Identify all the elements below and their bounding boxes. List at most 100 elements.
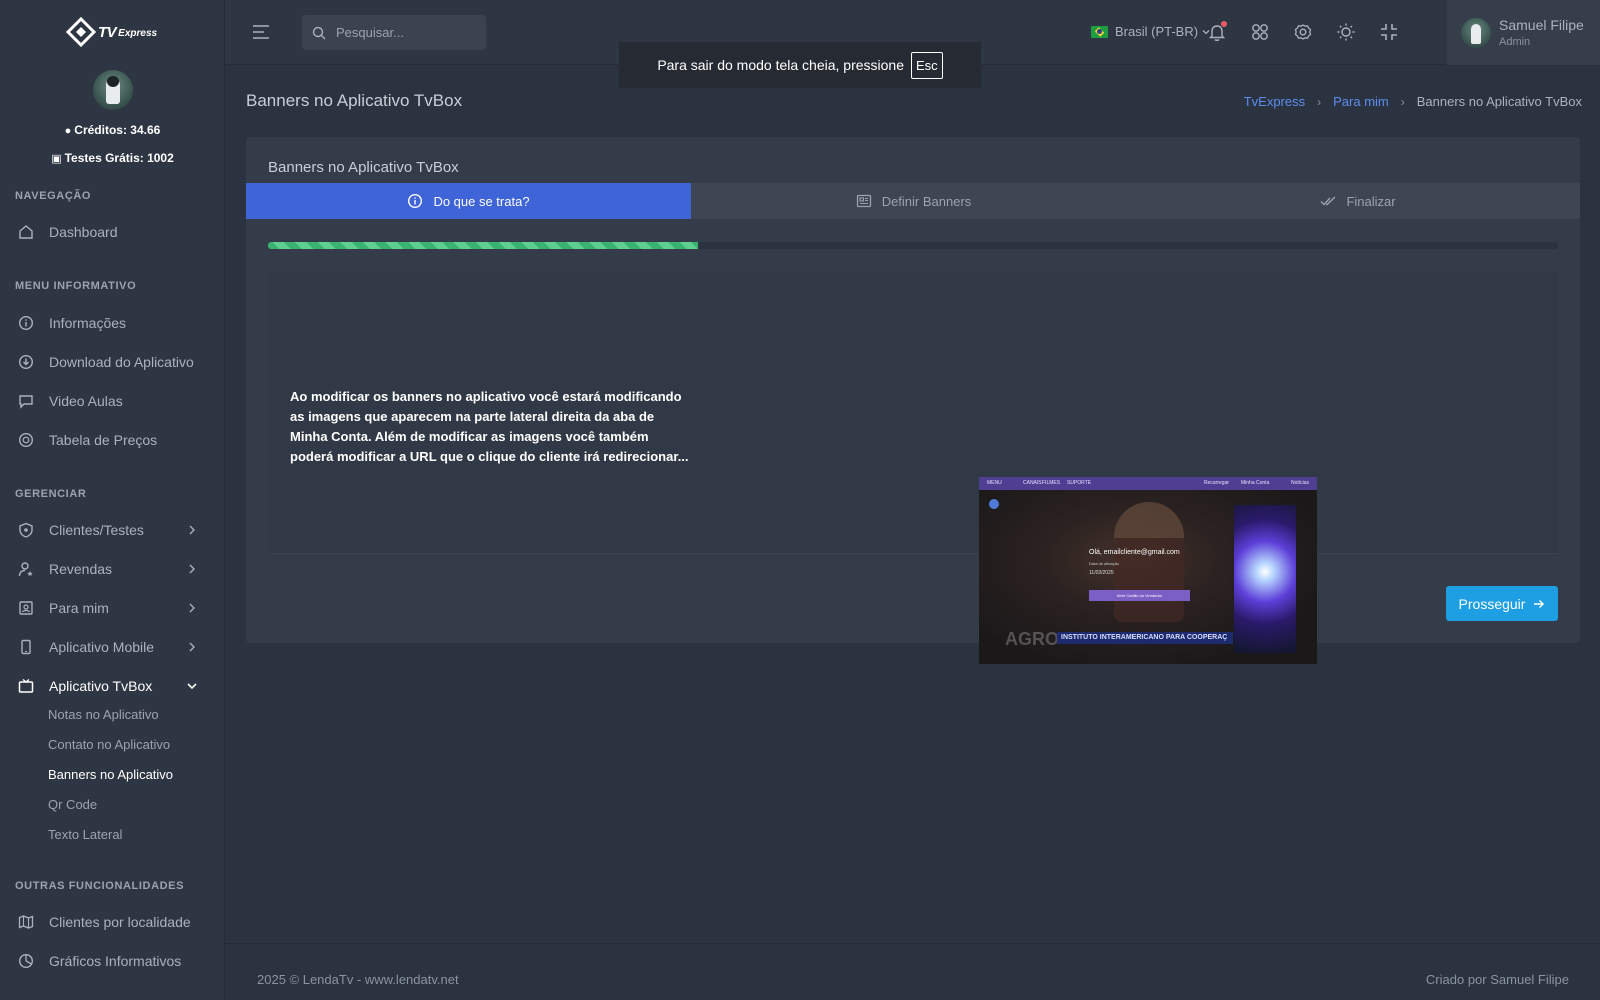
sidebar-item-para-mim[interactable]: Para mim	[0, 590, 225, 626]
notifications-button[interactable]	[1206, 21, 1228, 43]
language-selector[interactable]: Brasil (PT-BR)	[1091, 24, 1211, 39]
sidebar-item-label: Download do Aplicativo	[49, 354, 194, 370]
sidebar-item-graficos[interactable]: Gráficos Informativos	[0, 943, 225, 979]
user-star-icon	[18, 561, 34, 577]
chevron-right-icon	[189, 564, 195, 574]
cloud-download-icon	[18, 354, 34, 370]
coin-icon: ●	[64, 125, 72, 137]
progress-fill	[268, 242, 698, 249]
coins-icon	[18, 432, 34, 448]
breadcrumb-separator-icon: ›	[1317, 94, 1322, 109]
step-label: Finalizar	[1346, 193, 1396, 209]
search-icon	[312, 26, 326, 39]
logo-icon	[66, 17, 96, 47]
settings-button[interactable]	[1292, 21, 1314, 43]
sidebar-avatar[interactable]	[93, 70, 133, 110]
brand-logo[interactable]: TV Express	[66, 17, 157, 47]
preview-side-banner	[1234, 505, 1296, 653]
sidebar-item-informacoes[interactable]: Informações	[0, 305, 225, 341]
preview-menu-label: CANAIS	[1023, 480, 1042, 486]
avatar	[1461, 17, 1491, 48]
sidebar-item-label: Dashboard	[49, 224, 118, 240]
subitem-texto-lateral[interactable]: Texto Lateral	[48, 827, 122, 842]
sidebar-item-label: Aplicativo Mobile	[49, 639, 155, 655]
shield-icon	[18, 522, 34, 538]
trials-info: ▣ Testes Grátis: 1002	[0, 151, 225, 165]
section-gerenciar: GERENCIAR	[15, 488, 87, 500]
sidebar-item-download[interactable]: Download do Aplicativo	[0, 344, 225, 380]
sidebar-item-label: Aplicativo TvBox	[49, 678, 153, 694]
step-finalizar[interactable]: Finalizar	[1136, 183, 1580, 219]
info-icon	[18, 315, 34, 331]
footer-copyright: 2025 © LendaTv - www.lendatv.net	[257, 972, 459, 987]
theme-toggle-button[interactable]	[1335, 21, 1357, 43]
sidebar-item-label: Para mim	[49, 600, 109, 616]
language-label: Brasil (PT-BR)	[1115, 24, 1199, 39]
apps-button[interactable]	[1249, 21, 1271, 43]
preview-date: 11/03/2025	[1089, 570, 1114, 576]
page-title: Banners no Aplicativo TvBox	[246, 91, 463, 110]
sidebar: TV Express ● Créditos: 34.66 ▣ Testes Grát…	[0, 0, 225, 1000]
sidebar-item-clientes[interactable]: Clientes/Testes	[0, 512, 225, 548]
id-badge-icon	[18, 600, 34, 616]
search-input[interactable]	[336, 25, 476, 40]
chevron-right-icon	[189, 603, 195, 613]
breadcrumb-current: Banners no Aplicativo TvBox	[1416, 94, 1582, 109]
footer: 2025 © LendaTv - www.lendatv.net Criado …	[225, 943, 1600, 1000]
preview-menu-label: MENU	[987, 480, 1002, 486]
step-label: Definir Banners	[881, 193, 972, 209]
tv-icon	[18, 678, 34, 694]
apps-grid-icon	[1252, 24, 1268, 40]
preview-minha-conta: Minha Conta	[1241, 480, 1270, 486]
subitem-notas[interactable]: Notas no Aplicativo	[48, 707, 159, 722]
step-do-que-se-trata[interactable]: Do que se trata?	[246, 183, 691, 219]
sidebar-item-label: Clientes por localidade	[49, 914, 191, 930]
chat-icon	[18, 393, 34, 409]
brazil-flag-icon	[1091, 25, 1108, 38]
sidebar-item-label: Informações	[49, 315, 127, 331]
step-label: Do que se trata?	[433, 193, 530, 209]
sidebar-item-localidade[interactable]: Clientes por localidade	[0, 904, 225, 940]
preview-logo	[989, 499, 999, 509]
prosseguir-button[interactable]: Prosseguir	[1446, 586, 1558, 621]
sidebar-item-label: Gráficos Informativos	[49, 953, 182, 969]
preview-agro-text: AGRO	[1005, 629, 1059, 649]
sidebar-item-dashboard[interactable]: Dashboard	[0, 214, 225, 250]
notification-dot	[1221, 21, 1227, 27]
brand-sub: Express	[118, 28, 158, 39]
subitem-contato[interactable]: Contato no Aplicativo	[48, 737, 170, 752]
preview-menubar: MENU CANAIS FILMES SUPORTE Recarregar Mi…	[979, 477, 1317, 490]
sidebar-item-revendas[interactable]: Revendas	[0, 551, 225, 587]
step-definir-banners[interactable]: Definir Banners	[691, 183, 1136, 219]
subitem-banners[interactable]: Banners no Aplicativo	[48, 767, 173, 782]
sun-icon	[1337, 23, 1355, 41]
exit-fullscreen-button[interactable]	[1378, 21, 1400, 43]
preview-recarregar: Recarregar	[1204, 480, 1230, 486]
home-icon	[18, 224, 34, 240]
breadcrumb-para-mim[interactable]: Para mim	[1333, 94, 1389, 109]
preview-button: Abrir Cartão do Vendedor	[1089, 590, 1190, 601]
map-icon	[18, 914, 34, 930]
fullscreen-toast: Para sair do modo tela cheia, pressione …	[619, 42, 981, 88]
step-description: Ao modificar os banners no aplicativo vo…	[290, 389, 689, 464]
user-menu[interactable]: Samuel Filipe Admin	[1447, 0, 1600, 65]
preview-noticias: Notícias	[1291, 480, 1310, 486]
preview-hello: Olá, emailcliente@gmail.com	[1089, 549, 1180, 556]
preview-date-label: Data de ativação	[1089, 561, 1120, 566]
wizard-steps: Do que se trata? Definir Banners Finaliz…	[246, 183, 1580, 219]
sidebar-item-tabela-precos[interactable]: Tabela de Preços	[0, 422, 225, 458]
sidebar-item-aplicativo-tvbox[interactable]: Aplicativo TvBox	[0, 668, 225, 704]
breadcrumb-tvexpress[interactable]: TvExpress	[1244, 94, 1305, 109]
search-box[interactable]	[302, 15, 486, 50]
preview-strip: INSTITUTO INTERAMERICANO PARA COOPERAÇ	[1057, 632, 1233, 644]
sidebar-item-video-aulas[interactable]: Video Aulas	[0, 383, 225, 419]
step-content: Ao modificar os banners no aplicativo vo…	[268, 272, 1558, 664]
preview-menu-label: SUPORTE	[1067, 480, 1092, 486]
chevron-right-icon	[189, 642, 195, 652]
subitem-qr-code[interactable]: Qr Code	[48, 797, 97, 812]
user-role: Admin	[1499, 36, 1531, 48]
sidebar-item-aplicativo-mobile[interactable]: Aplicativo Mobile	[0, 629, 225, 665]
gear-icon	[1294, 24, 1312, 40]
menu-toggle-icon[interactable]	[252, 24, 270, 40]
pie-chart-icon	[18, 953, 34, 969]
